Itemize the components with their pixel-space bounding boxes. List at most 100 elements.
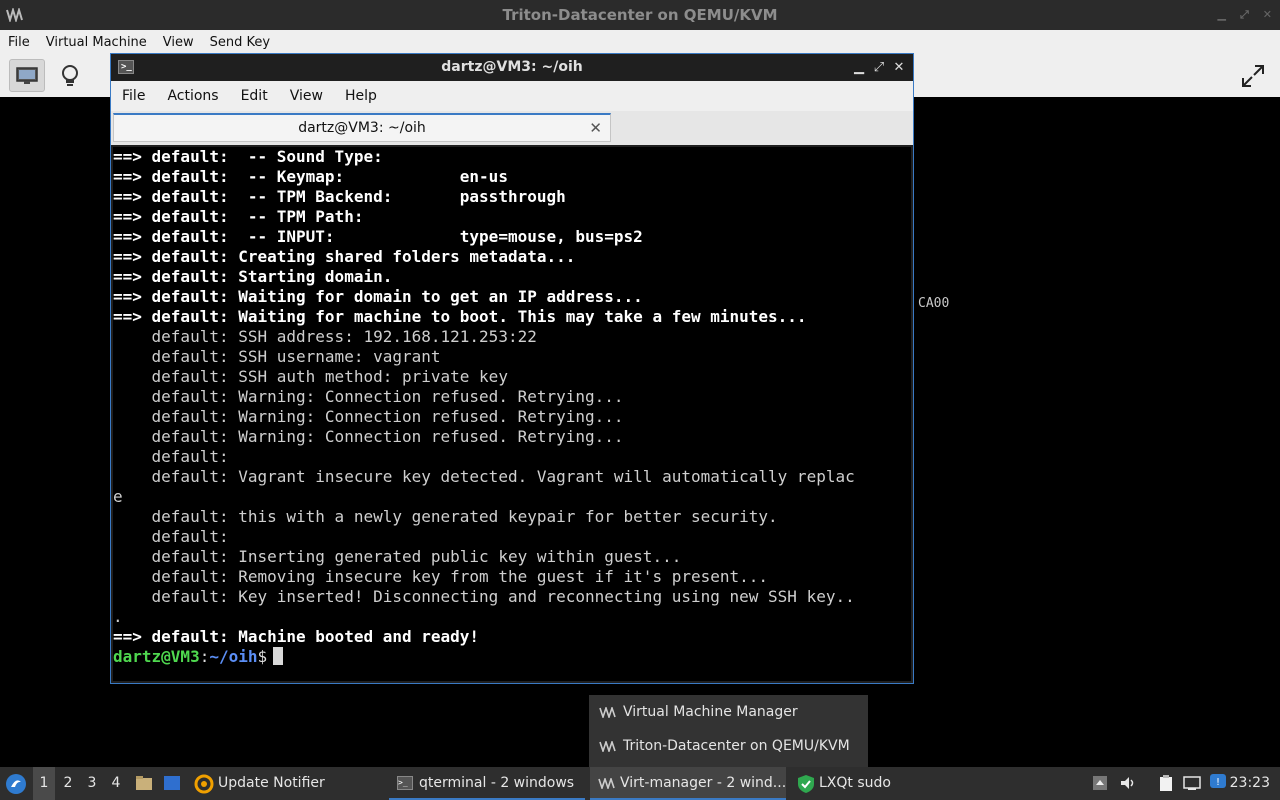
update-notifier-icon	[194, 774, 214, 794]
terminal-line: e	[113, 487, 123, 506]
terminal-line: ==> default: Machine booted and ready!	[113, 627, 480, 646]
maximize-icon[interactable]: ⤢	[1240, 0, 1249, 30]
terminal-line: default: SSH username: vagrant	[113, 347, 441, 366]
terminal-line: default: Removing insecure key from the …	[113, 567, 769, 586]
task-label: Update Notifier	[218, 775, 325, 791]
terminal-close-icon[interactable]: ✕	[891, 54, 907, 81]
menu-view[interactable]: View	[155, 35, 202, 50]
show-details-button[interactable]	[52, 59, 88, 92]
show-desktop-icon[interactable]	[163, 775, 181, 791]
outer-window-title: Triton-Datacenter on QEMU/KVM	[502, 6, 778, 24]
shield-check-icon	[798, 775, 814, 793]
guest-console-text: CA00	[918, 296, 950, 311]
task-label: qterminal - 2 windows	[419, 775, 575, 791]
popup-item-triton-datacenter[interactable]: Triton-Datacenter on QEMU/KVM	[589, 729, 868, 763]
terminal-line: ==> default: -- Keymap: en-us	[113, 167, 508, 186]
terminal-line: ==> default: Waiting for domain to get a…	[113, 287, 643, 306]
popup-item-label: Triton-Datacenter on QEMU/KVM	[623, 738, 850, 754]
task-lxqt-sudo[interactable]: LXQt sudo	[793, 767, 913, 800]
terminal-line: default:	[113, 527, 229, 546]
window-list-popup: Virtual Machine Manager Triton-Datacente…	[589, 695, 868, 767]
terminal-minimize-icon[interactable]: ▁	[851, 54, 867, 81]
file-manager-icon[interactable]	[135, 775, 153, 791]
virt-manager-icon	[599, 740, 616, 752]
terminal-maximize-icon[interactable]: ⤢	[871, 54, 887, 81]
task-qterminal[interactable]: >_ qterminal - 2 windows	[389, 767, 585, 800]
terminal-line: ==> default: Starting domain.	[113, 267, 393, 286]
virt-manager-icon	[599, 706, 616, 718]
start-menu-icon[interactable]	[5, 773, 27, 795]
outer-menubar: File Virtual Machine View Send Key	[0, 30, 1280, 54]
task-label: Virt-manager - 2 wind...	[620, 775, 787, 791]
network-icon[interactable]	[1183, 775, 1201, 791]
terminal-line: default: Vagrant insecure key detected. …	[113, 467, 855, 486]
terminal-titlebar[interactable]: >_ dartz@VM3: ~/oih ▁ ⤢ ✕	[111, 54, 913, 81]
workspace-1[interactable]: 1	[33, 767, 55, 800]
terminal-tab-label: dartz@VM3: ~/oih	[298, 120, 426, 136]
clipboard-icon[interactable]	[1157, 775, 1175, 791]
terminal-menu-actions[interactable]: Actions	[156, 88, 229, 104]
terminal-icon: >_	[118, 60, 134, 74]
task-virt-manager[interactable]: Virt-manager - 2 wind...	[590, 767, 786, 800]
tab-close-icon[interactable]: ✕	[589, 115, 602, 141]
terminal-line: ==> default: -- INPUT: type=mouse, bus=p…	[113, 227, 643, 246]
terminal-line: default: SSH auth method: private key	[113, 367, 508, 386]
monitor-icon	[16, 66, 38, 84]
terminal-line: ==> default: -- Sound Type:	[113, 147, 383, 166]
terminal-line: ==> default: Creating shared folders met…	[113, 247, 576, 266]
fullscreen-icon	[1242, 64, 1264, 87]
terminal-line: default: Warning: Connection refused. Re…	[113, 427, 624, 446]
task-update-notifier[interactable]: Update Notifier	[192, 767, 382, 800]
terminal-line: default: this with a newly generated key…	[113, 507, 778, 526]
terminal-line: default: SSH address: 192.168.121.253:22	[113, 327, 537, 346]
virt-manager-icon	[598, 778, 615, 789]
terminal-output[interactable]: ==> default: -- Sound Type: ==> default: …	[113, 147, 911, 681]
notification-icon[interactable]: !	[1209, 773, 1227, 789]
workspace-2[interactable]: 2	[57, 767, 79, 800]
terminal-line: ==> default: -- TPM Backend: passthrough	[113, 187, 566, 206]
workspace-4[interactable]: 4	[105, 767, 127, 800]
svg-text:!: !	[1216, 777, 1220, 788]
terminal-menu-help[interactable]: Help	[334, 88, 388, 104]
clock[interactable]: 23:23	[1230, 767, 1270, 800]
terminal-cursor	[273, 647, 284, 665]
virt-manager-logo-icon	[6, 8, 23, 22]
taskbar: 1 2 3 4 Update Notifier >_ qterminal - 2…	[0, 767, 1280, 800]
show-console-button[interactable]	[9, 59, 45, 92]
popup-item-virtual-machine-manager[interactable]: Virtual Machine Manager	[589, 695, 868, 729]
terminal-menu-view[interactable]: View	[279, 88, 334, 104]
outer-window-titlebar[interactable]: Triton-Datacenter on QEMU/KVM ▁ ⤢ ✕	[0, 0, 1280, 30]
terminal-line: default: Inserting generated public key …	[113, 547, 682, 566]
terminal-line: default: Key inserted! Disconnecting and…	[113, 587, 855, 606]
close-icon[interactable]: ✕	[1263, 0, 1272, 30]
terminal-line: default:	[113, 447, 229, 466]
terminal-tab[interactable]: dartz@VM3: ~/oih ✕	[113, 113, 611, 142]
menu-virtual-machine[interactable]: Virtual Machine	[38, 35, 155, 50]
terminal-line: default: Warning: Connection refused. Re…	[113, 387, 624, 406]
tray-arrow-up-icon[interactable]	[1091, 775, 1109, 791]
menu-send-key[interactable]: Send Key	[202, 35, 278, 50]
terminal-line: default: Warning: Connection refused. Re…	[113, 407, 624, 426]
prompt-symbol: $	[257, 647, 268, 666]
terminal-prompt: dartz@VM3:~/oih$	[113, 647, 911, 667]
volume-icon[interactable]	[1119, 775, 1137, 791]
terminal-tabbar: dartz@VM3: ~/oih ✕	[111, 111, 913, 145]
prompt-separator: :	[199, 647, 210, 666]
minimize-icon[interactable]: ▁	[1218, 0, 1226, 30]
prompt-user-host: dartz@VM3	[113, 647, 200, 666]
terminal-title: dartz@VM3: ~/oih	[441, 59, 583, 75]
lightbulb-icon	[62, 64, 78, 86]
terminal-icon: >_	[397, 776, 413, 790]
prompt-path: ~/oih	[209, 647, 258, 666]
terminal-window: >_ dartz@VM3: ~/oih ▁ ⤢ ✕ File Actions E…	[110, 53, 914, 684]
workspace-3[interactable]: 3	[81, 767, 103, 800]
terminal-line: ==> default: -- TPM Path:	[113, 207, 364, 226]
terminal-menubar: File Actions Edit View Help	[111, 81, 913, 111]
task-label: LXQt sudo	[819, 775, 891, 791]
terminal-menu-file[interactable]: File	[111, 88, 156, 104]
terminal-line: ==> default: Waiting for machine to boot…	[113, 307, 807, 326]
fullscreen-button[interactable]	[1235, 59, 1271, 92]
menu-file[interactable]: File	[0, 35, 38, 50]
terminal-line: .	[113, 607, 123, 626]
terminal-menu-edit[interactable]: Edit	[230, 88, 279, 104]
